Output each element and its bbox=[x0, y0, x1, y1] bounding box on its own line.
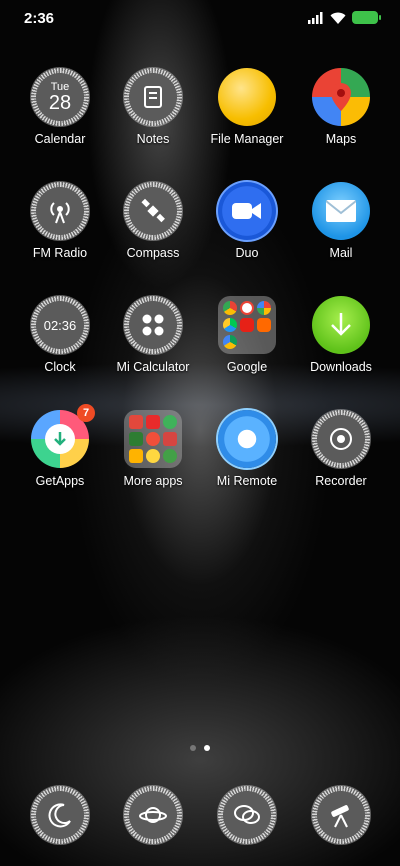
themes-icon bbox=[146, 449, 160, 463]
more-apps-folder-icon bbox=[124, 410, 182, 468]
dock-phone[interactable] bbox=[13, 786, 107, 844]
market-icon bbox=[163, 432, 177, 446]
app-calendar[interactable]: Tue 28 Calendar bbox=[13, 68, 107, 146]
app-compass[interactable]: Compass bbox=[106, 182, 200, 260]
radio-icon bbox=[31, 182, 89, 240]
app-label: Mi Calculator bbox=[116, 360, 190, 374]
app-label: Calendar bbox=[34, 132, 86, 146]
app-downloads[interactable]: Downloads bbox=[294, 296, 388, 374]
wifi-icon bbox=[330, 12, 346, 24]
page-dot[interactable] bbox=[190, 745, 196, 751]
app-label: More apps bbox=[123, 474, 183, 488]
calculator-icon bbox=[124, 296, 182, 354]
app-label: Google bbox=[226, 360, 268, 374]
status-icons bbox=[308, 11, 381, 24]
play-store-icon bbox=[223, 318, 237, 332]
app-label: Compass bbox=[126, 246, 180, 260]
notes-icon bbox=[124, 68, 182, 126]
wps-icon bbox=[129, 415, 143, 429]
gaana-icon bbox=[146, 415, 160, 429]
calendar-day: Tue bbox=[50, 80, 70, 93]
page-indicator bbox=[0, 745, 400, 751]
security-icon bbox=[146, 432, 160, 446]
battery-icon bbox=[352, 11, 381, 24]
downloads-icon bbox=[312, 296, 370, 354]
calendar-icon: Tue 28 bbox=[31, 68, 89, 126]
mi-icon bbox=[257, 318, 271, 332]
app-getapps[interactable]: 7 GetApps bbox=[13, 404, 107, 488]
app-recorder[interactable]: Recorder bbox=[294, 410, 388, 488]
app-label: Duo bbox=[235, 246, 259, 260]
clock-icon: 02:36 bbox=[31, 296, 89, 354]
chat-bubbles-icon bbox=[218, 786, 276, 844]
app-mi-remote[interactable]: Mi Remote bbox=[200, 410, 294, 488]
satellite-icon bbox=[124, 182, 182, 240]
app-label: Clock bbox=[44, 360, 76, 374]
notification-badge: 7 bbox=[77, 404, 95, 422]
youtube-icon bbox=[240, 318, 254, 332]
dock-camera[interactable] bbox=[294, 786, 388, 844]
planet-icon bbox=[124, 786, 182, 844]
app-label: Recorder bbox=[315, 474, 367, 488]
app-file-manager[interactable]: File Manager bbox=[200, 68, 294, 146]
app-google-folder[interactable]: Google bbox=[200, 296, 294, 374]
gmail-icon bbox=[240, 301, 254, 315]
drive-icon bbox=[223, 335, 237, 349]
getapps-icon: 7 bbox=[31, 404, 95, 468]
app-label: File Manager bbox=[210, 132, 284, 146]
recorder-icon bbox=[312, 410, 370, 468]
calendar-date: 28 bbox=[48, 91, 72, 114]
gallery-icon bbox=[129, 449, 143, 463]
app-label: Downloads bbox=[310, 360, 372, 374]
app-clock[interactable]: 02:36 Clock bbox=[13, 296, 107, 374]
app-label: FM Radio bbox=[32, 246, 88, 260]
clock-time: 02:36 bbox=[43, 317, 77, 333]
app-more-apps-folder[interactable]: More apps bbox=[106, 410, 200, 488]
remote-icon bbox=[218, 410, 276, 468]
status-time: 2:36 bbox=[24, 10, 55, 27]
app-label: GetApps bbox=[35, 474, 85, 488]
file-manager-icon bbox=[218, 68, 276, 126]
app-label: Mi Remote bbox=[216, 474, 278, 488]
moon-icon bbox=[31, 786, 89, 844]
app-label: Notes bbox=[136, 132, 170, 146]
app-duo[interactable]: Duo bbox=[200, 182, 294, 260]
duo-icon bbox=[218, 182, 276, 240]
app-maps[interactable]: Maps bbox=[294, 68, 388, 146]
app-fm-radio[interactable]: FM Radio bbox=[13, 182, 107, 260]
music-icon bbox=[163, 449, 177, 463]
dock-browser[interactable] bbox=[106, 786, 200, 844]
mail-icon bbox=[312, 182, 370, 240]
page-dot-active[interactable] bbox=[204, 745, 210, 751]
photos-icon bbox=[257, 301, 271, 315]
app-label: Mail bbox=[329, 246, 353, 260]
android-icon bbox=[129, 432, 143, 446]
signal-icon bbox=[308, 11, 323, 24]
app-mi-calculator[interactable]: Mi Calculator bbox=[106, 296, 200, 374]
app-label: Maps bbox=[325, 132, 357, 146]
app-notes[interactable]: Notes bbox=[106, 68, 200, 146]
games-icon bbox=[163, 415, 177, 429]
maps-icon bbox=[312, 68, 370, 126]
dock-messages[interactable] bbox=[200, 786, 294, 844]
telescope-icon bbox=[312, 786, 370, 844]
status-bar: 2:36 bbox=[0, 0, 400, 36]
google-folder-icon bbox=[218, 296, 276, 354]
chrome-icon bbox=[223, 301, 237, 315]
app-mail[interactable]: Mail bbox=[294, 182, 388, 260]
